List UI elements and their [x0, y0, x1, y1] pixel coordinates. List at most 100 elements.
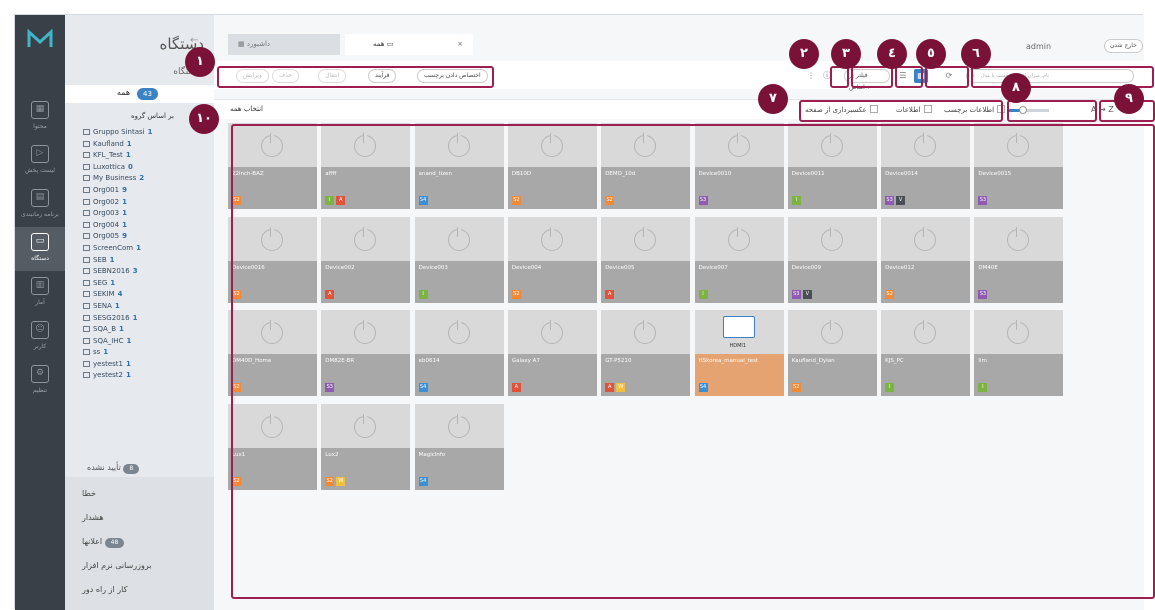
group-item[interactable]: Org002 1	[83, 197, 208, 209]
group-name: Org004	[93, 220, 120, 229]
rail-item-label: محتوا	[33, 123, 47, 130]
group-count: 1	[122, 209, 127, 218]
filter-frame	[851, 66, 893, 88]
group-item[interactable]: SEG 1	[83, 278, 208, 290]
folder-icon	[83, 163, 90, 170]
tree-bottom-label: خطا	[82, 489, 96, 498]
group-item[interactable]: SENA 1	[83, 301, 208, 313]
more-frame	[830, 66, 849, 88]
group-item[interactable]: Luxottica 0	[83, 162, 208, 174]
group-name: My Business	[93, 174, 137, 183]
callout-number: ٧	[758, 84, 788, 114]
group-name: SQA_IHC	[93, 336, 124, 345]
refresh-frame	[925, 66, 969, 88]
group-item[interactable]: Org001 9	[83, 185, 208, 197]
tree-item-bottom[interactable]: کار از راه دور	[82, 585, 127, 594]
tab-dashboard-label: داشبورد	[246, 40, 271, 48]
tab-bar: ▦ داشبورد همه ▭ × admin خارج شدن	[214, 15, 1144, 55]
tree-bottom-label: هشدار	[82, 513, 104, 522]
group-name: ss	[93, 348, 101, 357]
group-item[interactable]: ss 1	[83, 347, 208, 359]
group-count: 1	[103, 348, 109, 357]
rail-item-calendar[interactable]: ▤ برنامه زمانبندی	[15, 183, 65, 227]
tree-item-unapproved[interactable]: 8 تأیید نشده	[87, 463, 140, 474]
group-count: 9	[122, 232, 127, 241]
rail-item-label: دستگاه	[31, 255, 49, 262]
group-item[interactable]: SESG2016 1	[83, 313, 208, 325]
rail-item-user[interactable]: ☺ کاربر	[15, 315, 65, 359]
group-item[interactable]: yestest2 1	[83, 370, 208, 382]
rail-item-chart[interactable]: ▥ آمار	[15, 271, 65, 315]
tree-item-bottom[interactable]: خطا	[82, 489, 96, 498]
tree-bottom-label: بروزرسانی نرم افزار	[82, 561, 152, 570]
unapproved-label: تأیید نشده	[87, 463, 121, 472]
group-item[interactable]: Org004 1	[83, 220, 208, 232]
rail-item-settings[interactable]: ⚙ تنظیم	[15, 359, 65, 403]
slider-frame	[1007, 100, 1097, 122]
callout-number: ١٠	[189, 104, 219, 134]
group-count: 1	[126, 371, 131, 380]
rail-item-label: کاربر	[33, 343, 47, 350]
group-item[interactable]: SEBN2016 3	[83, 266, 208, 278]
group-item[interactable]: SEKIM 4	[83, 289, 208, 301]
group-item[interactable]: ScreenCom 1	[83, 243, 208, 255]
group-name: ScreenCom	[93, 243, 134, 252]
username: admin	[1026, 42, 1052, 51]
group-name: yestest1	[93, 359, 123, 368]
grid-frame	[231, 124, 1155, 599]
group-item[interactable]: Org003 1	[83, 208, 208, 220]
rail-item-playlist[interactable]: ▷ لیست پخش	[15, 139, 65, 183]
logout-button[interactable]: خارج شدن	[1104, 39, 1143, 53]
folder-icon	[83, 302, 90, 309]
folder-icon	[83, 360, 90, 367]
rail-item-device[interactable]: ▭ دستگاه	[15, 227, 65, 271]
group-item[interactable]: Org005 9	[83, 231, 208, 243]
group-count: 3	[132, 267, 138, 276]
tab-dashboard[interactable]: ▦ داشبورد	[228, 34, 340, 55]
group-item[interactable]: SEB 1	[83, 255, 208, 267]
tree-item-bottom[interactable]: 48 اعلانها	[82, 537, 125, 548]
tree-item-bottom[interactable]: بروزرسانی نرم افزار	[82, 561, 152, 570]
group-count: 2	[139, 174, 145, 183]
group-item[interactable]: SQA_IHC 1	[83, 336, 208, 348]
callout-number: ٥	[916, 39, 946, 69]
group-item[interactable]: Gruppo Sintasi 1	[83, 127, 208, 139]
folder-icon	[83, 372, 90, 379]
folder-icon	[83, 337, 90, 344]
folder-icon	[83, 279, 90, 286]
group-name: Kaufland	[93, 139, 124, 148]
callout-number: ٦	[961, 39, 991, 69]
options-frame	[799, 100, 1003, 122]
more-icon[interactable]: ⋮	[804, 69, 818, 83]
group-name: KFL_Test	[93, 151, 123, 160]
folder-icon	[83, 140, 90, 147]
group-item[interactable]: yestest1 1	[83, 359, 208, 371]
folder-icon	[83, 291, 90, 298]
app-window: ▦ محتوا ▷ لیست پخش ▤ برنامه زمانبندی ▭ دستگاه ▥ آ…	[14, 14, 1155, 610]
playlist-icon: ▷	[31, 145, 49, 163]
tree-item-all[interactable]: همه 43	[65, 85, 214, 103]
select-all-checkbox[interactable]: انتخاب همه	[230, 105, 263, 113]
grid-icon: ▦	[31, 101, 49, 119]
group-count: 1	[125, 151, 131, 160]
group-item[interactable]: My Business 2	[83, 173, 208, 185]
tree-item-bottom[interactable]: هشدار	[82, 513, 104, 522]
group-count: 1	[122, 197, 127, 206]
group-item[interactable]: KFL_Test 1	[83, 150, 208, 162]
rail-item-label: لیست پخش	[25, 167, 55, 174]
unapproved-count-badge: 8	[123, 464, 140, 474]
group-item[interactable]: Kaufland 1	[83, 139, 208, 151]
tab-all[interactable]: همه ▭ ×	[345, 34, 473, 55]
notification-count-badge: 48	[104, 538, 125, 548]
group-item[interactable]: SQA_B 1	[83, 324, 208, 336]
monitor-icon: ▭	[386, 40, 394, 48]
callout-number: ١	[185, 47, 215, 77]
chart-icon: ▥	[31, 277, 49, 295]
rail-item-grid[interactable]: ▦ محتوا	[15, 95, 65, 139]
folder-icon	[83, 233, 90, 240]
group-section-title: بر اساس گروه	[131, 112, 174, 120]
folder-icon	[83, 175, 90, 182]
tree-bottom-menu: خطا هشدار 48 اعلانها بروزرسانی نرم افزار کار…	[65, 477, 214, 610]
view-toggle-frame	[895, 66, 923, 88]
close-icon[interactable]: ×	[457, 34, 463, 55]
